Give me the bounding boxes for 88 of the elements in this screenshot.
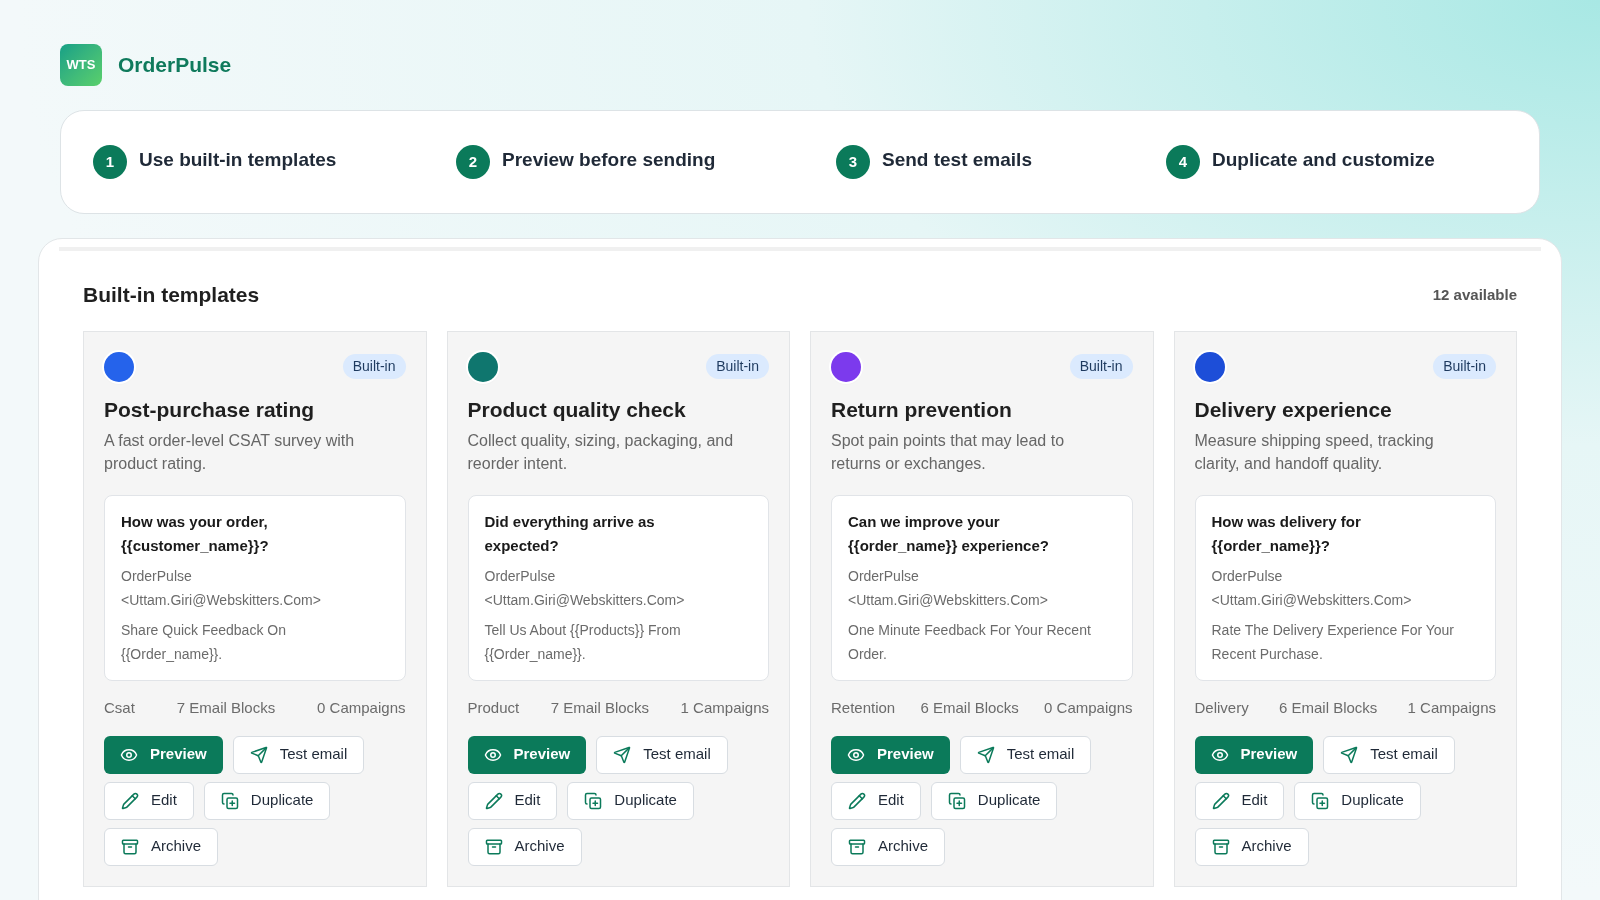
step-label: Send test emails bbox=[882, 147, 1032, 172]
edit-button[interactable]: Edit bbox=[831, 781, 921, 820]
logo: WTS bbox=[60, 44, 102, 86]
available-count: 12 available bbox=[1432, 284, 1517, 305]
step-number: 3 bbox=[836, 145, 870, 179]
block-count: 7 Email Blocks bbox=[550, 698, 650, 718]
duplicate-button[interactable]: Duplicate bbox=[567, 781, 694, 820]
archive-button[interactable]: Archive bbox=[1194, 827, 1309, 866]
email-subject: How was delivery for {{order_name}}? bbox=[1211, 512, 1362, 556]
sender-email: <Uttam.Giri@Webskitters.Com> bbox=[1211, 591, 1413, 610]
archive-button[interactable]: Archive bbox=[467, 827, 582, 866]
test-button[interactable]: Test email bbox=[1323, 735, 1455, 774]
step-number: 1 bbox=[93, 145, 127, 179]
email-subject: Can we improve your {{order_name}} experience? bbox=[848, 512, 1050, 556]
category-label: Product bbox=[467, 698, 520, 718]
pencil-icon bbox=[1211, 791, 1230, 810]
edit-button[interactable]: Edit bbox=[104, 781, 194, 820]
email-subject: How was your order, {{customer_name}}? bbox=[121, 512, 270, 556]
email-subject: Did everything arrive as expected? bbox=[484, 512, 656, 556]
duplicate-button[interactable]: Duplicate bbox=[930, 781, 1058, 820]
campaign-count: 0 Campaigns bbox=[317, 698, 406, 718]
section-title: Built-in templates bbox=[83, 282, 260, 308]
block-count: 7 Email Blocks bbox=[176, 698, 276, 718]
archive-icon bbox=[848, 837, 866, 856]
duplicate-icon bbox=[584, 791, 603, 810]
archive-icon bbox=[121, 837, 139, 856]
email-body: Tell Us About {{Products}} From {{Order_name}}. bbox=[484, 621, 682, 664]
category-label: Delivery bbox=[1194, 698, 1249, 718]
test-button[interactable]: Test email bbox=[232, 735, 365, 774]
archive-button[interactable]: Archive bbox=[831, 827, 946, 866]
category-label: Retention bbox=[831, 698, 896, 718]
email-body: Rate The Delivery Experience For Your Recent Purchase. bbox=[1211, 621, 1456, 664]
email-body: One Minute Feedback For Your Recent Order. bbox=[848, 621, 1092, 664]
step-label: Preview before sending bbox=[502, 147, 716, 172]
block-count: 6 Email Blocks bbox=[1278, 698, 1378, 718]
template-description: A fast order-level CSAT survey with product rating. bbox=[104, 431, 356, 474]
send-icon bbox=[1340, 745, 1359, 764]
sender-email: <Uttam.Giri@Webskitters.Com> bbox=[484, 591, 686, 610]
preview-button[interactable]: Preview bbox=[467, 735, 587, 774]
edit-button[interactable]: Edit bbox=[1194, 781, 1285, 820]
template-description: Spot pain points that may lead to returns or exchanges. bbox=[831, 431, 1066, 474]
sender-name: OrderPulse bbox=[1211, 567, 1284, 586]
template-description: Collect quality, sizing, packaging, and reorder intent. bbox=[467, 431, 735, 474]
step-number: 4 bbox=[1166, 145, 1200, 179]
send-icon bbox=[976, 745, 995, 764]
test-button[interactable]: Test email bbox=[959, 735, 1092, 774]
campaign-count: 1 Campaigns bbox=[1407, 698, 1496, 718]
step-label: Use built-in templates bbox=[139, 147, 337, 172]
duplicate-icon bbox=[1311, 791, 1330, 810]
test-button[interactable]: Test email bbox=[596, 735, 728, 774]
duplicate-button[interactable]: Duplicate bbox=[203, 781, 331, 820]
built-in-tag: Built-in bbox=[706, 354, 769, 379]
pencil-icon bbox=[121, 791, 139, 810]
send-icon bbox=[613, 745, 632, 764]
duplicate-icon bbox=[220, 791, 239, 810]
archive-icon bbox=[484, 837, 503, 856]
preview-button[interactable]: Preview bbox=[1194, 735, 1314, 774]
duplicate-icon bbox=[947, 791, 966, 810]
template-title: Delivery experience bbox=[1194, 396, 1393, 423]
archive-icon bbox=[1211, 837, 1230, 856]
template-title: Post-purchase rating bbox=[104, 396, 316, 423]
sender-email: <Uttam.Giri@Webskitters.Com> bbox=[848, 591, 1049, 610]
edit-button[interactable]: Edit bbox=[467, 781, 558, 820]
built-in-tag: Built-in bbox=[342, 354, 406, 379]
archive-button[interactable]: Archive bbox=[104, 827, 219, 866]
preview-button[interactable]: Preview bbox=[104, 735, 223, 774]
step-number: 2 bbox=[456, 145, 490, 179]
template-description: Measure shipping speed, tracking clarity, and handoff quality. bbox=[1194, 431, 1435, 474]
built-in-tag: Built-in bbox=[1433, 354, 1496, 379]
duplicate-button[interactable]: Duplicate bbox=[1294, 781, 1421, 820]
brand-name: OrderPulse bbox=[118, 52, 232, 79]
pencil-icon bbox=[848, 791, 866, 810]
preview-button[interactable]: Preview bbox=[831, 735, 950, 774]
sender-name: OrderPulse bbox=[484, 567, 557, 586]
sender-name: OrderPulse bbox=[121, 567, 193, 586]
template-title: Return prevention bbox=[831, 396, 1013, 423]
sender-name: OrderPulse bbox=[848, 567, 920, 586]
template-title: Product quality check bbox=[467, 396, 687, 423]
built-in-tag: Built-in bbox=[1069, 354, 1133, 379]
sender-email: <Uttam.Giri@Webskitters.Com> bbox=[121, 591, 322, 610]
pencil-icon bbox=[484, 791, 503, 810]
send-icon bbox=[249, 745, 268, 764]
category-label: Csat bbox=[104, 698, 135, 718]
step-label: Duplicate and customize bbox=[1212, 147, 1435, 172]
block-count: 6 Email Blocks bbox=[920, 698, 1019, 718]
email-body: Share Quick Feedback On {{Order_name}}. bbox=[121, 621, 287, 664]
campaign-count: 1 Campaigns bbox=[680, 698, 769, 718]
campaign-count: 0 Campaigns bbox=[1044, 698, 1133, 718]
